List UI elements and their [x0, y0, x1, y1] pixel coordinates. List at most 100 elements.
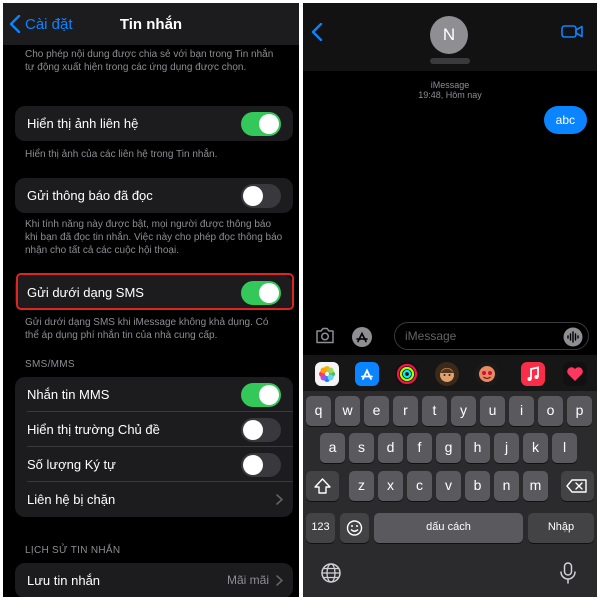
emoji-key[interactable] — [340, 513, 369, 543]
keyboard-row-3: z x c v b n m — [303, 471, 597, 501]
settings-panel: Cài đặt Tin nhắn Cho phép nội dung được … — [3, 3, 299, 597]
audio-message-icon[interactable] — [563, 327, 583, 347]
space-key[interactable]: dấu cách — [374, 513, 523, 543]
contact-name-blurred[interactable] — [430, 58, 470, 64]
keep-messages-row[interactable]: Lưu tin nhắn Mãi mãi — [27, 563, 293, 597]
keep-messages-label: Lưu tin nhắn — [27, 573, 101, 588]
subject-field-toggle[interactable] — [241, 418, 281, 442]
chevron-right-icon — [276, 494, 283, 505]
key-b[interactable]: b — [465, 471, 490, 501]
mms-messaging-toggle[interactable] — [241, 383, 281, 407]
sms-mms-group: Nhắn tin MMS Hiển thị trường Chủ đề Số l… — [15, 377, 293, 517]
key-i[interactable]: i — [509, 396, 534, 426]
blocked-contacts-row[interactable]: Liên hệ bị chặn — [27, 482, 293, 517]
mms-messaging-row[interactable]: Nhắn tin MMS — [27, 377, 293, 412]
contact-avatar[interactable]: N — [430, 16, 468, 54]
send-as-sms-footnote: Gửi dưới dạng SMS khi iMessage không khả… — [25, 317, 269, 341]
emoji-face-icon — [346, 520, 363, 536]
key-q[interactable]: q — [306, 396, 331, 426]
key-h[interactable]: h — [465, 433, 490, 463]
photos-flower-icon — [319, 366, 335, 382]
key-j[interactable]: j — [494, 433, 519, 463]
key-x[interactable]: x — [378, 471, 403, 501]
key-s[interactable]: s — [349, 433, 374, 463]
activity-rings-icon — [396, 363, 418, 385]
blocked-contacts-label: Liên hệ bị chặn — [27, 492, 116, 507]
key-d[interactable]: d — [378, 433, 403, 463]
message-input[interactable] — [394, 322, 589, 350]
character-count-row[interactable]: Số lượng Ký tự — [27, 447, 293, 482]
digital-touch-heart-icon — [567, 367, 583, 381]
read-receipts-footnote: Khi tính năng này được bật, mọi người đư… — [25, 219, 283, 256]
microphone-icon[interactable] — [557, 561, 579, 585]
keep-messages-value: Mãi mãi — [226, 573, 269, 587]
mms-messaging-label: Nhắn tin MMS — [27, 387, 110, 402]
memoji-icon[interactable] — [435, 362, 459, 386]
music-note-icon — [527, 366, 539, 381]
character-count-label: Số lượng Ký tự — [27, 457, 116, 472]
back-chevron-icon[interactable] — [311, 23, 323, 41]
key-g[interactable]: g — [436, 433, 461, 463]
key-o[interactable]: o — [538, 396, 563, 426]
app-store-icon[interactable] — [355, 362, 379, 386]
page-title: Tin nhắn — [119, 16, 183, 33]
character-count-toggle[interactable] — [241, 453, 281, 477]
numbers-key[interactable]: 123 — [306, 513, 335, 543]
subject-field-row[interactable]: Hiển thị trường Chủ đề — [27, 412, 293, 447]
keyboard: q w e r t y u i o p a s d f g h j k l z — [303, 391, 597, 597]
conversation-header: N — [303, 3, 597, 71]
service-label: iMessage — [430, 80, 470, 90]
toggle-knob — [259, 114, 279, 134]
sent-message-bubble[interactable]: abc — [543, 106, 587, 134]
read-receipts-label: Gửi thông báo đã đọc — [27, 188, 153, 203]
show-contact-photos-toggle[interactable] — [241, 112, 281, 136]
settings-nav-bar: Cài đặt Tin nhắn — [3, 3, 299, 45]
read-receipts-toggle[interactable] — [241, 184, 281, 208]
key-r[interactable]: r — [393, 396, 418, 426]
music-icon[interactable] — [521, 362, 545, 386]
key-m[interactable]: m — [523, 471, 548, 501]
backspace-icon — [566, 479, 587, 493]
video-call-icon[interactable] — [561, 24, 583, 39]
key-t[interactable]: t — [422, 396, 447, 426]
key-w[interactable]: w — [335, 396, 360, 426]
key-u[interactable]: u — [480, 396, 505, 426]
key-c[interactable]: c — [407, 471, 432, 501]
globe-icon[interactable] — [319, 561, 343, 585]
sms-mms-section-header: SMS/MMS — [25, 359, 75, 370]
show-contact-photos-label: Hiển thị ảnh liên hệ — [27, 116, 139, 131]
key-l[interactable]: l — [552, 433, 577, 463]
photos-icon[interactable] — [315, 362, 339, 386]
key-z[interactable]: z — [349, 471, 374, 501]
toggle-knob — [259, 385, 279, 405]
key-p[interactable]: p — [567, 396, 592, 426]
memoji-stickers-icon[interactable] — [475, 362, 499, 386]
chevron-right-icon — [276, 575, 283, 586]
toggle-knob — [243, 420, 263, 440]
return-key[interactable]: Nhập — [528, 513, 594, 543]
backspace-key[interactable] — [561, 471, 594, 501]
app-store-drawer-icon[interactable] — [351, 326, 373, 348]
activity-icon[interactable] — [395, 362, 419, 386]
contact-photos-footnote: Hiển thị ảnh của các liên hệ trong Tin n… — [25, 149, 218, 160]
key-k[interactable]: k — [523, 433, 548, 463]
message-history-group: Lưu tin nhắn Mãi mãi — [15, 563, 293, 597]
keyboard-row-1: q w e r t y u i o p — [303, 396, 597, 426]
shift-key[interactable] — [306, 471, 339, 501]
key-e[interactable]: e — [364, 396, 389, 426]
app-store-glyph-icon — [361, 368, 373, 380]
shared-content-footnote: Cho phép nội dung được chia sẻ với bạn t… — [25, 49, 274, 73]
compose-bar — [303, 319, 597, 355]
digital-touch-icon[interactable] — [563, 362, 587, 386]
key-n[interactable]: n — [494, 471, 519, 501]
camera-icon[interactable] — [315, 327, 335, 344]
key-a[interactable]: a — [320, 433, 345, 463]
show-contact-photos-row[interactable]: Hiển thị ảnh liên hệ — [27, 106, 293, 141]
memoji-face-icon — [440, 368, 454, 382]
key-y[interactable]: y — [451, 396, 476, 426]
contact-photos-group: Hiển thị ảnh liên hệ — [15, 106, 293, 141]
read-receipts-row[interactable]: Gửi thông báo đã đọc — [27, 178, 293, 213]
key-v[interactable]: v — [436, 471, 461, 501]
shift-arrow-icon — [314, 478, 331, 494]
key-f[interactable]: f — [407, 433, 432, 463]
